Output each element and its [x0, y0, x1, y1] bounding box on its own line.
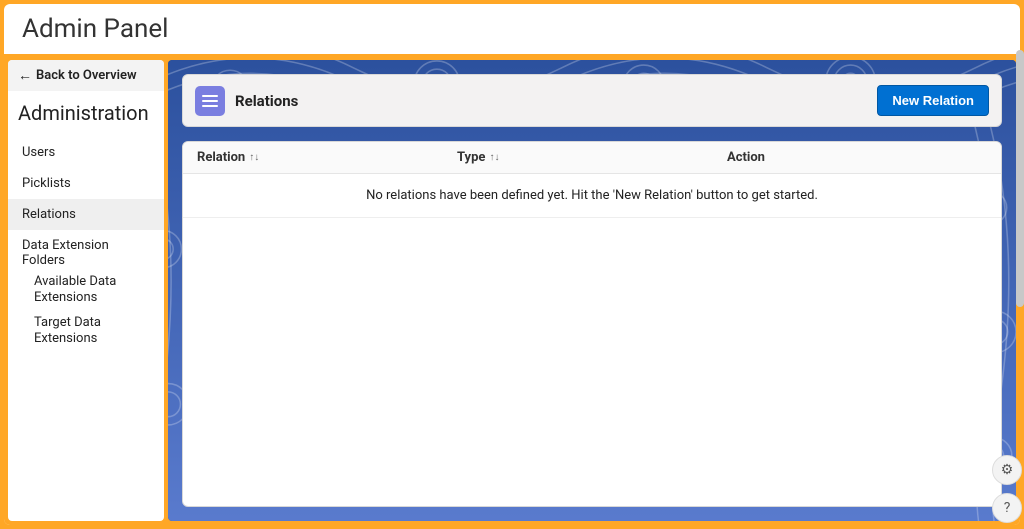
settings-button[interactable]: ⚙ [992, 455, 1022, 485]
column-header-relation-label: Relation [197, 150, 245, 165]
app-header: Admin Panel [4, 4, 1020, 56]
sidebar-subitem-target-data-extensions[interactable]: Target Data Extensions [8, 311, 164, 352]
relations-table-panel: Relation ↑↓ Type ↑↓ Action No relations … [182, 141, 1002, 507]
sort-icon: ↑↓ [489, 152, 499, 163]
column-header-action-label: Action [727, 150, 765, 165]
gear-icon: ⚙ [1001, 462, 1014, 478]
sidebar: ← Back to Overview Administration Users … [8, 60, 164, 521]
page-title: Admin Panel [22, 14, 1002, 44]
column-header-relation[interactable]: Relation ↑↓ [183, 142, 443, 173]
sidebar-item-picklists[interactable]: Picklists [8, 168, 164, 199]
floating-actions: ⚙ ? [992, 455, 1022, 523]
sidebar-section-title: Administration [8, 91, 164, 137]
sidebar-group-data-extension-folders: Data Extension Folders [8, 230, 164, 270]
help-button[interactable]: ? [992, 493, 1022, 523]
main-row: ← Back to Overview Administration Users … [4, 56, 1020, 525]
arrow-left-icon: ← [18, 69, 32, 83]
sidebar-item-relations[interactable]: Relations [8, 199, 164, 230]
sidebar-item-users[interactable]: Users [8, 137, 164, 168]
column-header-type-label: Type [457, 150, 485, 165]
list-icon [195, 86, 225, 116]
new-relation-button[interactable]: New Relation [877, 85, 989, 116]
back-to-overview-link[interactable]: ← Back to Overview [8, 60, 164, 91]
content-inner: Relations New Relation Relation ↑↓ Type … [168, 60, 1016, 521]
help-icon: ? [1004, 500, 1011, 516]
content-area: Relations New Relation Relation ↑↓ Type … [168, 60, 1016, 521]
table-header-row: Relation ↑↓ Type ↑↓ Action [183, 142, 1001, 174]
back-link-label: Back to Overview [36, 68, 137, 83]
sort-icon: ↑↓ [249, 152, 259, 163]
panel-header: Relations New Relation [182, 74, 1002, 127]
app-shell: Admin Panel ← Back to Overview Administr… [4, 4, 1020, 525]
sidebar-nav: Users Picklists Relations Data Extension… [8, 137, 164, 351]
scrollbar-thumb[interactable] [1016, 50, 1024, 307]
column-header-type[interactable]: Type ↑↓ [443, 142, 713, 173]
empty-state-message: No relations have been defined yet. Hit … [183, 174, 1001, 218]
panel-title: Relations [235, 92, 867, 110]
sidebar-subitem-available-data-extensions[interactable]: Available Data Extensions [8, 270, 164, 311]
page-scrollbar[interactable] [1016, 50, 1024, 479]
column-header-action: Action [713, 142, 1001, 173]
